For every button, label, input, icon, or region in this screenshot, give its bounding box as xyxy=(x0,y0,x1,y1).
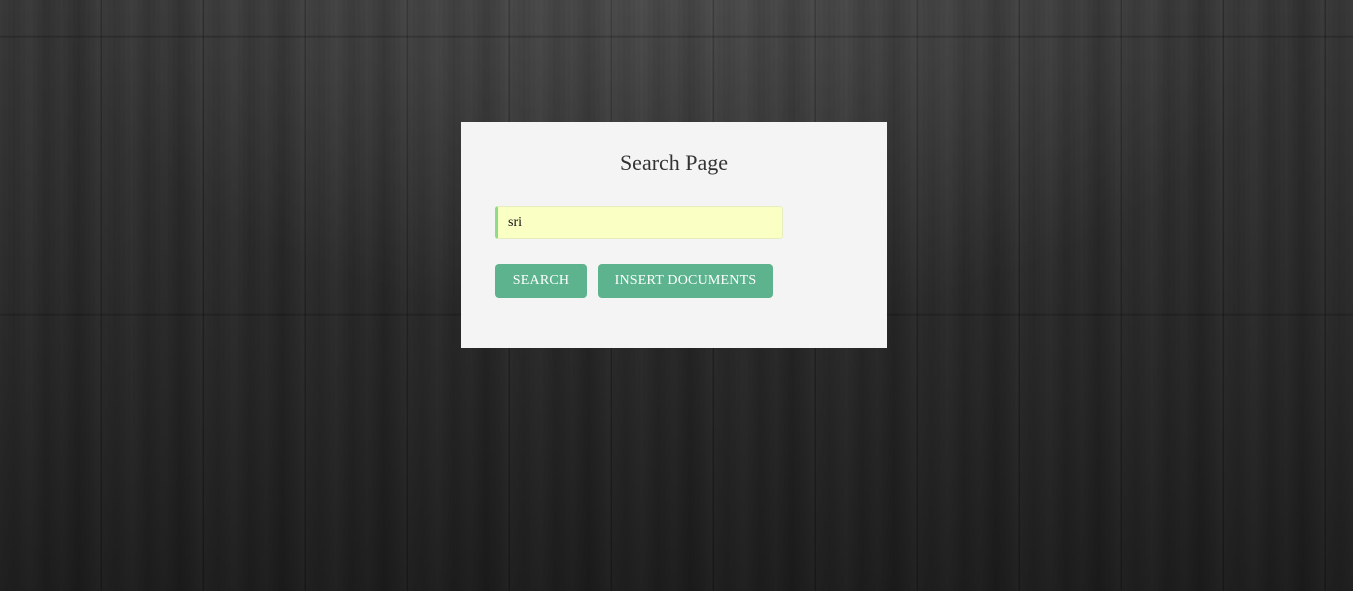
search-button[interactable]: SEARCH xyxy=(495,264,587,298)
search-input[interactable] xyxy=(495,206,783,239)
page-title: Search Page xyxy=(619,150,729,175)
insert-documents-button[interactable]: INSERT DOCUMENTS xyxy=(598,264,773,298)
search-card: Search Page SEARCH INSERT DOCUMENTS xyxy=(461,122,887,348)
